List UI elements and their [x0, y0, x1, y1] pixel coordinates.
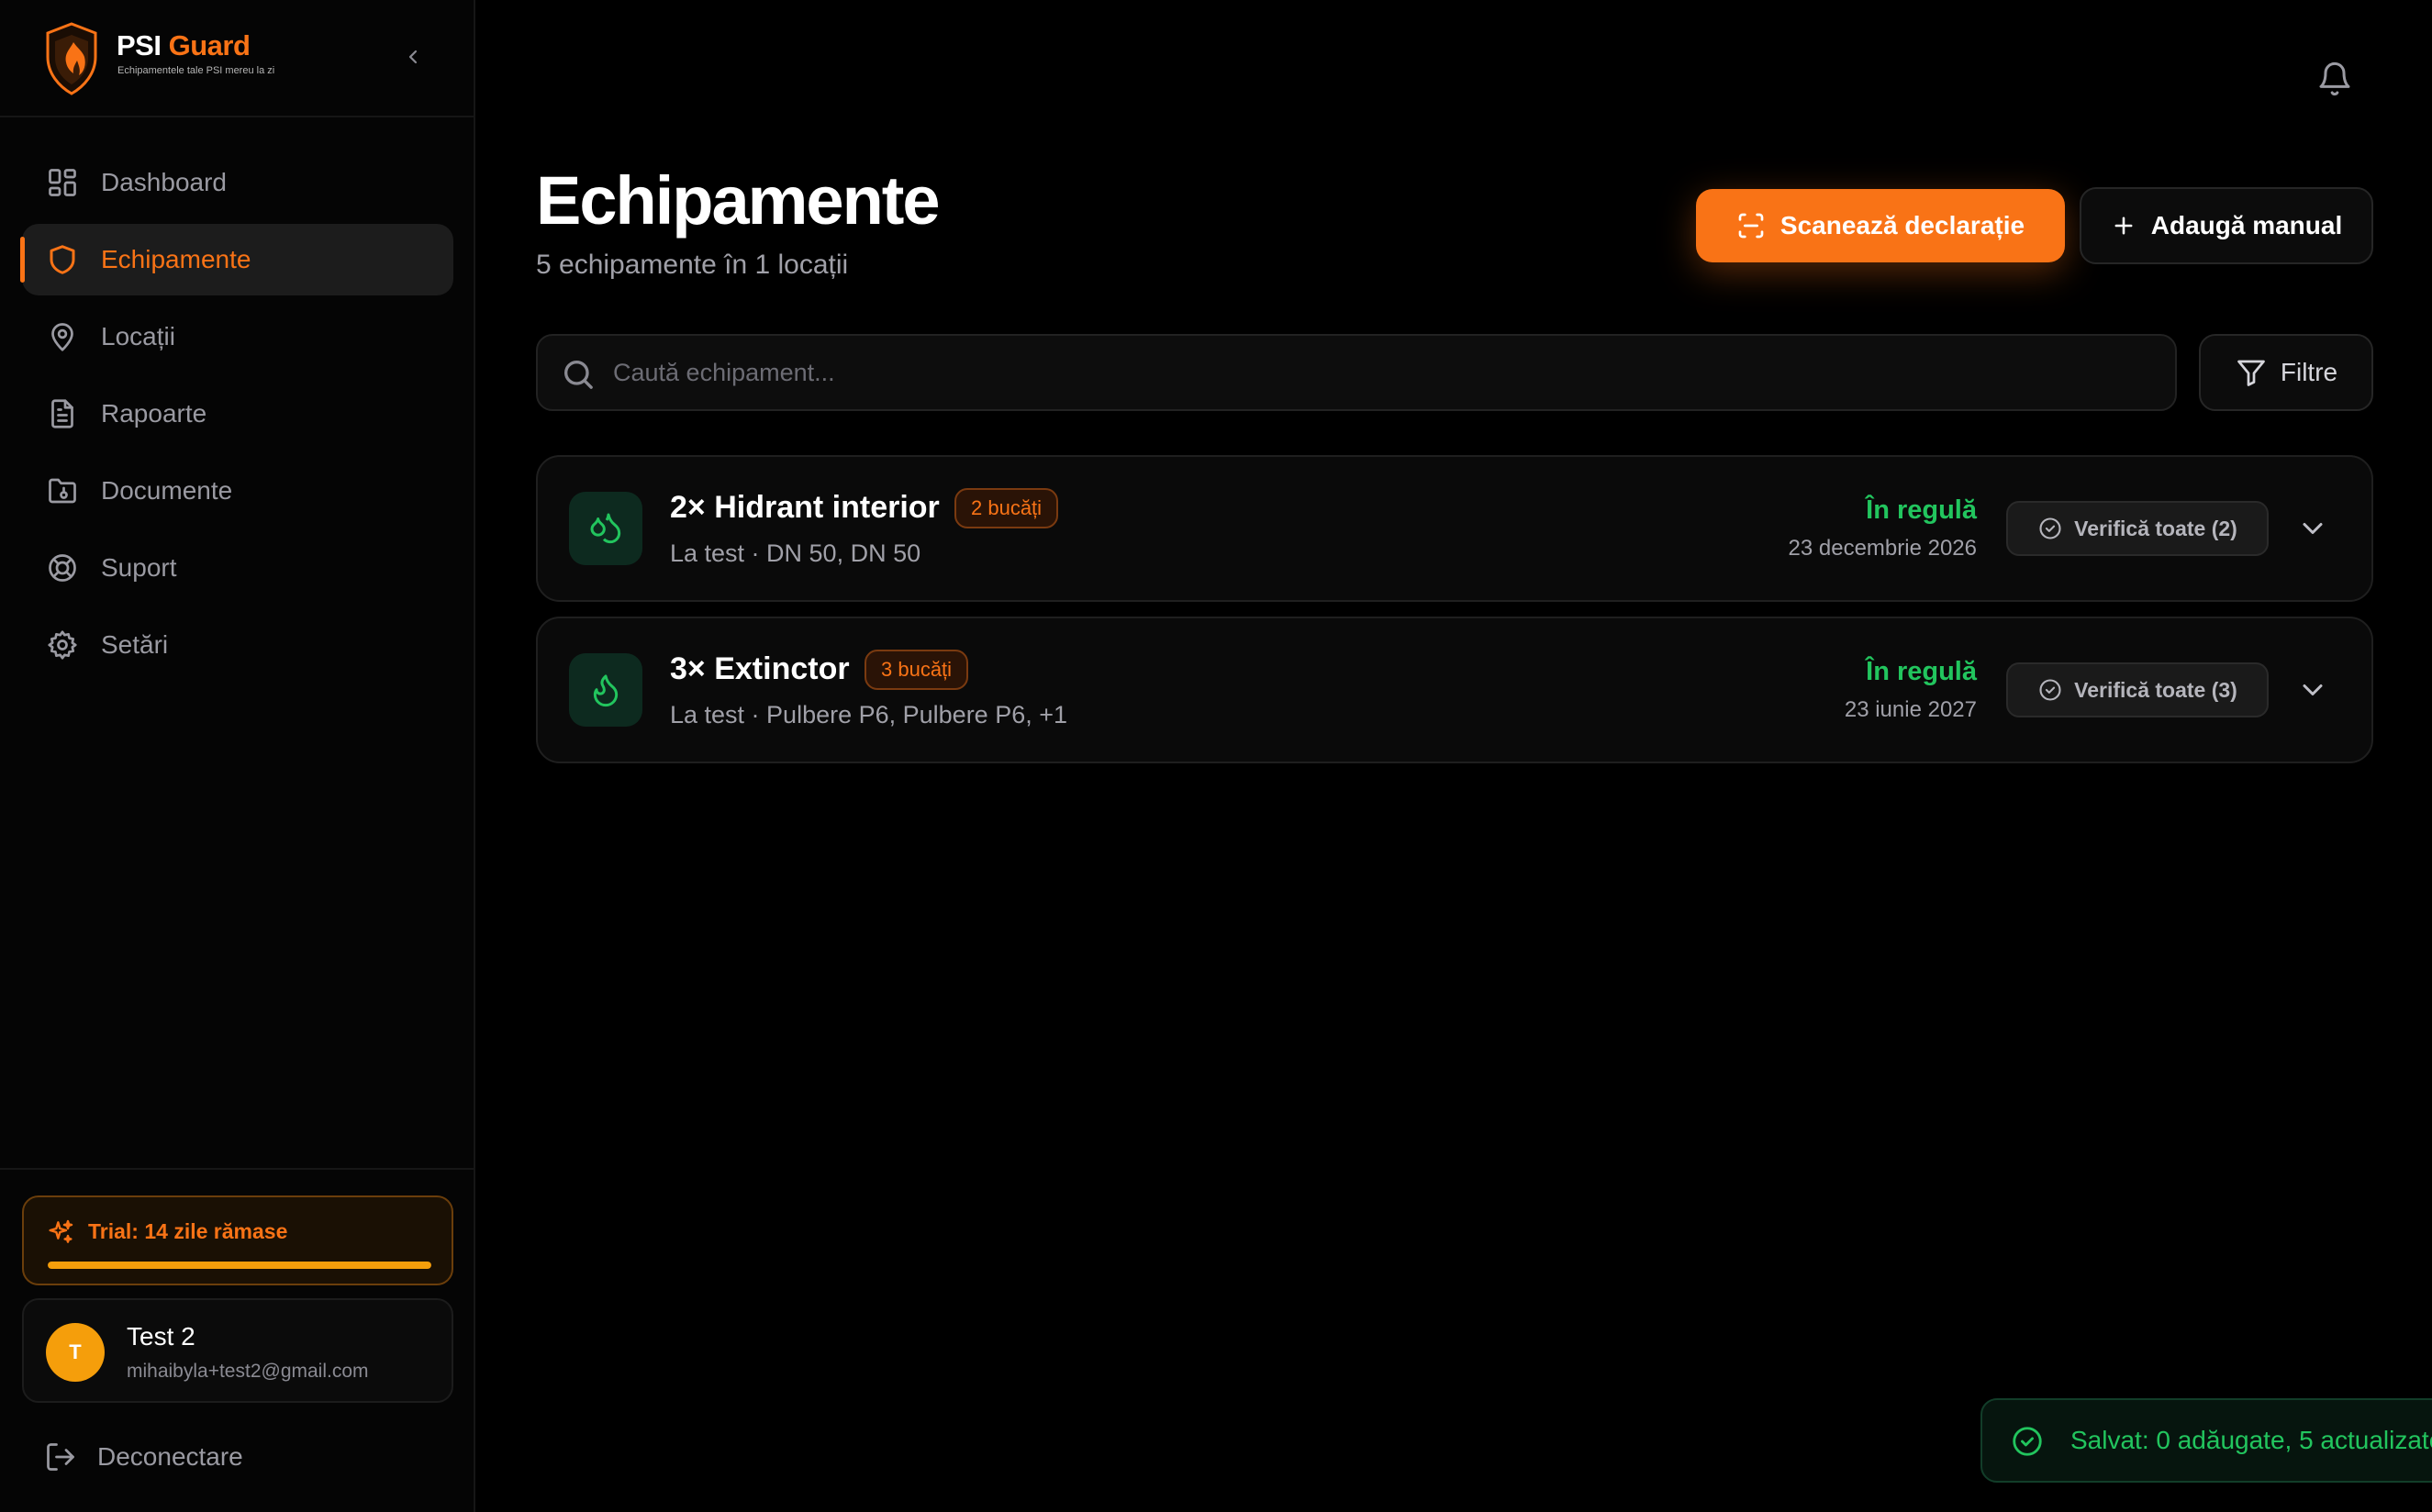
- check-circle-icon: [2039, 679, 2061, 701]
- bell-icon: [2319, 61, 2350, 96]
- quantity-badge: 2 bucăți: [954, 488, 1059, 528]
- sidebar-item-dashboard[interactable]: Dashboard: [22, 147, 453, 218]
- trial-banner[interactable]: Trial: 14 zile rămase: [22, 1195, 453, 1285]
- sidebar-item-label: Documente: [101, 476, 233, 505]
- folder-icon: [44, 472, 81, 509]
- plus-icon: [2114, 217, 2133, 235]
- brand-name: PSI Guard: [117, 29, 251, 61]
- user-name: Test 2: [127, 1322, 195, 1351]
- equipment-card[interactable]: 3× Extinctor 3 bucăți La test · Pulbere …: [536, 617, 2373, 763]
- filter-icon: [2237, 360, 2265, 386]
- quantity-badge: 3 bucăți: [865, 650, 969, 690]
- page-title: Echipamente: [536, 162, 941, 239]
- equipment-name: 3× Extinctor: [670, 651, 850, 686]
- sidebar-item-locatii[interactable]: Locații: [22, 301, 453, 372]
- shield-logo-icon: [46, 22, 97, 95]
- verify-all-label: Verifică toate (3): [2074, 677, 2237, 702]
- add-manual-button[interactable]: Adaugă manual: [2080, 187, 2373, 264]
- collapse-sidebar-button[interactable]: [396, 40, 430, 73]
- logout-button[interactable]: Deconectare: [44, 1429, 243, 1484]
- verify-all-button[interactable]: Verifică toate (3): [2006, 662, 2269, 717]
- scan-declaration-button[interactable]: Scanează declarație: [1696, 189, 2065, 262]
- brand-header: PSI Guard Echipamentele tale PSI mereu l…: [0, 0, 475, 117]
- brand-tagline: Echipamentele tale PSI mereu la zi: [117, 65, 275, 76]
- life-buoy-icon: [44, 550, 81, 586]
- scan-icon: [1738, 213, 1764, 239]
- add-manual-label: Adaugă manual: [2150, 211, 2343, 239]
- sidebar-item-echipamente[interactable]: Echipamente: [20, 224, 453, 295]
- user-card[interactable]: T Test 2 mihaibyla+test2@gmail.com: [22, 1298, 453, 1403]
- check-circle-icon: [2013, 1427, 2042, 1456]
- toast-message: Salvat: 0 adăugate, 5 actualizate: [2070, 1426, 2432, 1454]
- verify-all-button[interactable]: Verifică toate (2): [2006, 501, 2269, 556]
- chevron-down-icon[interactable]: [2296, 512, 2329, 545]
- sparkles-icon: [49, 1219, 73, 1243]
- avatar: T: [46, 1323, 105, 1382]
- search-bar: [536, 334, 2177, 411]
- search-input[interactable]: [613, 336, 2155, 409]
- sidebar-item-label: Rapoarte: [101, 399, 207, 428]
- chevron-left-icon: [408, 50, 418, 64]
- sidebar-footer: Trial: 14 zile rămase T Test 2 mihaibyla…: [0, 1168, 475, 1512]
- trial-progress-fill: [48, 1262, 431, 1269]
- status-badge: În regulă: [1866, 495, 1977, 525]
- file-text-icon: [44, 395, 81, 432]
- status-badge: În regulă: [1866, 657, 1977, 686]
- shield-icon: [44, 241, 81, 278]
- search-icon: [564, 361, 593, 389]
- sidebar-item-label: Locații: [101, 322, 175, 350]
- scan-declaration-label: Scanează declarație: [1779, 211, 2025, 239]
- equipment-card[interactable]: 2× Hidrant interior 2 bucăți La test · D…: [536, 455, 2373, 602]
- sidebar-item-label: Setări: [101, 630, 169, 659]
- grid-icon: [44, 164, 81, 201]
- sidebar-item-documente[interactable]: Documente: [22, 455, 453, 527]
- sidebar-item-label: Dashboard: [101, 168, 227, 196]
- filter-button[interactable]: Filtre: [2199, 334, 2373, 411]
- equipment-name: 2× Hidrant interior: [670, 490, 940, 525]
- equipment-meta: La test · Pulbere P6, Pulbere P6, +1: [670, 701, 1068, 728]
- user-email: mihaibyla+test2@gmail.com: [127, 1361, 369, 1382]
- flame-icon: [569, 653, 642, 727]
- sidebar-nav: Dashboard Echipamente Locații Rapoarte D…: [20, 147, 453, 686]
- verify-all-label: Verifică toate (2): [2074, 516, 2237, 540]
- sidebar-item-label: Suport: [101, 553, 177, 582]
- trial-label: Trial: 14 zile rămase: [88, 1219, 288, 1243]
- sidebar-item-setari[interactable]: Setări: [22, 609, 453, 681]
- filter-label: Filtre: [2280, 358, 2338, 386]
- notifications-button[interactable]: [2316, 59, 2353, 99]
- chevron-down-icon[interactable]: [2296, 673, 2329, 706]
- droplets-icon: [569, 492, 642, 565]
- sidebar-item-rapoarte[interactable]: Rapoarte: [22, 378, 453, 450]
- trial-progress-bar: [48, 1262, 431, 1269]
- gear-icon: [44, 627, 81, 663]
- page-subtitle: 5 echipamente în 1 locații: [536, 250, 849, 280]
- sidebar: PSI Guard Echipamentele tale PSI mereu l…: [0, 0, 475, 1512]
- equipment-meta: La test · DN 50, DN 50: [670, 539, 921, 567]
- check-circle-icon: [2039, 517, 2061, 539]
- save-toast: Salvat: 0 adăugate, 5 actualizate: [1980, 1398, 2432, 1483]
- logout-icon: [47, 1443, 74, 1471]
- sidebar-item-suport[interactable]: Suport: [22, 532, 453, 604]
- logout-label: Deconectare: [97, 1442, 243, 1471]
- expiry-date: 23 iunie 2027: [1844, 697, 1977, 722]
- map-pin-icon: [44, 318, 81, 355]
- sidebar-item-label: Echipamente: [101, 245, 251, 273]
- expiry-date: 23 decembrie 2026: [1788, 536, 1977, 561]
